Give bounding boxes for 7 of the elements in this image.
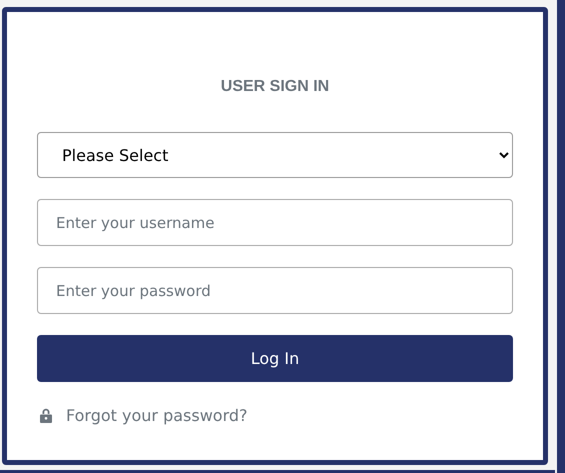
role-select[interactable]: Please Select (37, 132, 513, 178)
login-button[interactable]: Log In (37, 335, 513, 382)
password-field[interactable]: Enter your password (37, 267, 513, 314)
lock-icon (40, 408, 52, 423)
forgot-password-link[interactable]: Forgot your password? (66, 406, 248, 425)
sign-in-title: USER SIGN IN (220, 77, 330, 97)
username-field[interactable]: Enter your username (37, 199, 513, 246)
